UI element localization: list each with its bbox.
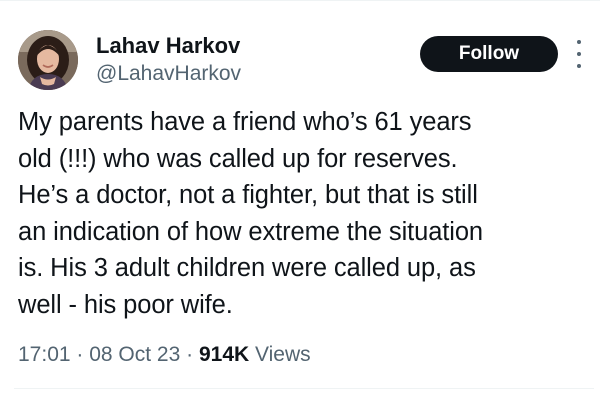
tweet-line: well - his poor wife.	[18, 290, 233, 319]
avatar[interactable]	[18, 30, 78, 90]
more-dot	[577, 64, 581, 68]
profile-photo-icon	[18, 30, 78, 90]
bottom-divider	[14, 388, 594, 389]
meta-separator: ·	[180, 343, 199, 366]
views-count: 914K	[198, 343, 250, 366]
tweet-text: My parents have a friend who’s 61 years …	[18, 104, 588, 323]
tweet-line: He’s a doctor, not a fighter, but that i…	[18, 181, 478, 209]
author-handle[interactable]: @LahavHarkov	[96, 61, 241, 87]
tweet-line: an indication of how extreme the situati…	[18, 217, 483, 246]
tweet-line: old (!!!) who was called up for reserves…	[18, 144, 458, 173]
more-dot	[577, 52, 581, 56]
author-display-name[interactable]: Lahav Harkov	[96, 33, 240, 59]
tweet-line: is. His 3 adult children were called up,…	[18, 254, 476, 282]
tweet-meta: 17:01 · 08 Oct 23 · 914K Views	[18, 340, 311, 370]
tweet-date[interactable]: 08 Oct 23	[89, 343, 180, 366]
tweet-time[interactable]: 17:01	[18, 343, 71, 366]
tweet-line: My parents have a friend who’s 61 years	[18, 108, 472, 136]
more-dot	[577, 40, 581, 44]
views-label: Views	[249, 343, 311, 366]
meta-separator: ·	[70, 343, 90, 366]
top-divider	[0, 0, 600, 1]
more-options-icon[interactable]	[574, 40, 584, 68]
follow-button[interactable]: Follow	[420, 36, 558, 72]
